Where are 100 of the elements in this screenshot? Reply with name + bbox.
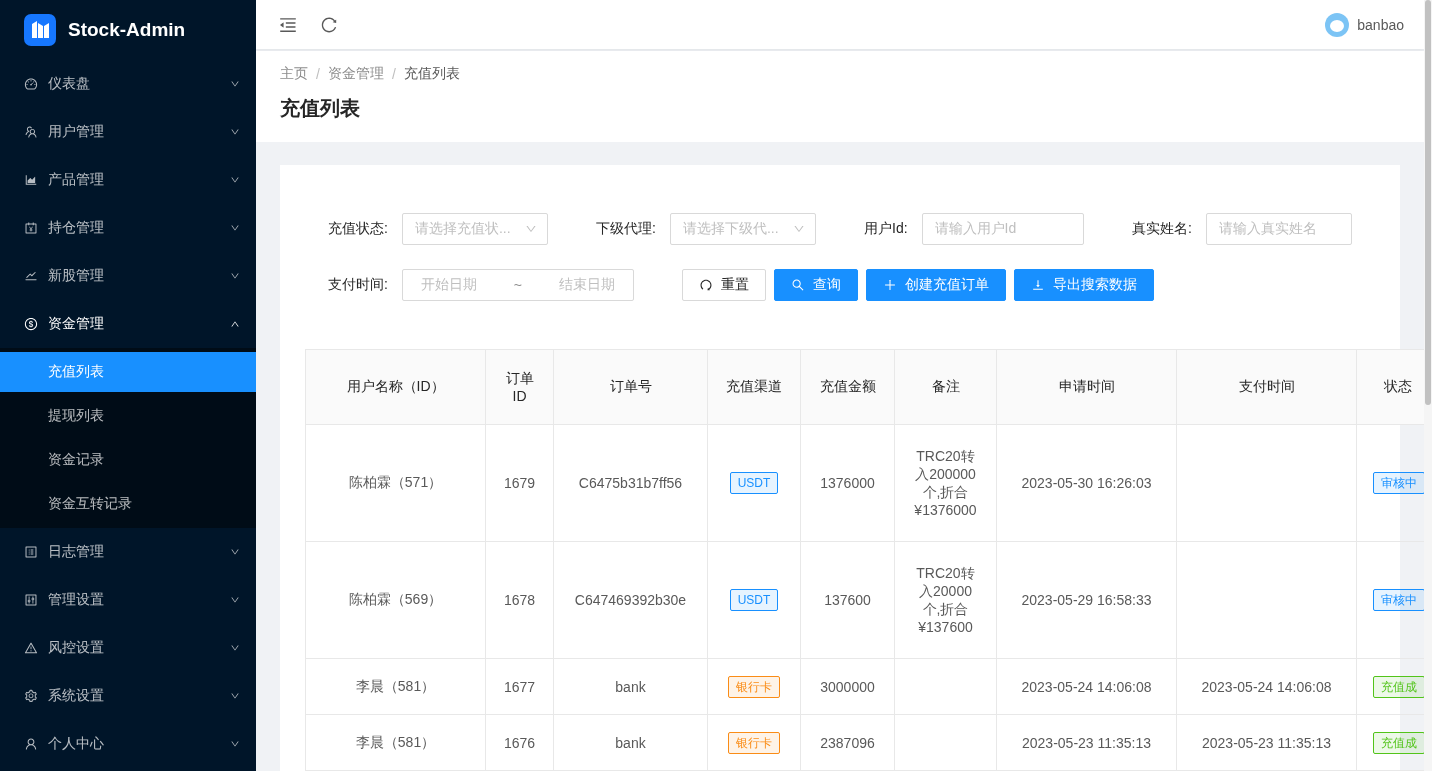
user-icon <box>24 737 38 751</box>
tag: 充值成 <box>1373 731 1424 754</box>
table-cell: 2023-05-29 16:58:33 <box>996 541 1177 659</box>
chevron-down-icon <box>230 175 240 185</box>
sidebar-item[interactable]: 新股管理 <box>0 252 256 300</box>
candlestick-icon <box>24 269 38 283</box>
table-cell: C647469392b30e <box>553 541 708 659</box>
table-cell: 2387096 <box>800 714 895 771</box>
sidebar-subitem[interactable]: 提现列表 <box>0 396 256 436</box>
user-name[interactable]: banbao <box>1357 16 1404 33</box>
tag: USDT <box>729 472 779 494</box>
table-cell: bank <box>553 714 708 771</box>
download-icon <box>1030 278 1045 292</box>
table-cell: 1678 <box>485 541 554 659</box>
table-cell: 1676 <box>485 714 554 771</box>
column-header: 支付时间 <box>1176 349 1357 425</box>
pay-time-text: 2023-05-24 14:06:08 <box>1201 678 1332 695</box>
column-header: 用户名称（ID） <box>305 349 486 425</box>
column-header: 订单号 <box>553 349 708 425</box>
sidebar-item[interactable]: 日志管理 <box>0 528 256 576</box>
table-cell: 李晨（581） <box>305 714 486 771</box>
tag: 充值成 <box>1373 675 1424 698</box>
area-chart-icon <box>24 173 38 187</box>
column-header: 申请时间 <box>996 349 1177 425</box>
chevron-down-icon <box>230 127 240 137</box>
chevron-up-icon <box>230 319 240 329</box>
document-icon <box>24 545 38 559</box>
date-range-field[interactable]: 开始日期 ~ 结束日期 <box>401 269 634 301</box>
filter-label: 支付时间: <box>328 276 389 294</box>
breadcrumb-link[interactable]: 主页 <box>280 65 308 83</box>
note-text: TRC20转入200000个,折合¥1376000 <box>913 448 978 518</box>
tag: 审核中 <box>1373 589 1424 611</box>
sidebar-item[interactable]: 个人中心 <box>0 720 256 768</box>
plus-icon <box>882 278 897 292</box>
tag: 银行卡 <box>728 675 780 698</box>
table-cell: 3000000 <box>800 658 895 715</box>
sidebar-subitem[interactable]: 资金互转记录 <box>0 484 256 524</box>
reload-icon[interactable] <box>320 15 338 34</box>
chevron-down-icon <box>230 79 240 89</box>
filter-label: 真实姓名: <box>1132 220 1193 238</box>
table-cell: bank <box>553 658 708 715</box>
sidebar-item[interactable]: 仪表盘 <box>0 60 256 108</box>
table-cell: 陈柏霖（571） <box>305 424 486 542</box>
chevron-down-icon <box>230 643 240 653</box>
chevron-down-icon <box>230 595 240 605</box>
table-cell: 137600 <box>800 541 895 659</box>
breadcrumb-separator: / <box>316 66 320 82</box>
filter-label: 下级代理: <box>596 220 657 238</box>
table-cell: 陈柏霖（569） <box>305 541 486 659</box>
filter-label: 用户Id: <box>864 220 909 238</box>
warning-icon <box>24 641 38 655</box>
app-logo-text: Stock-Admin <box>68 19 186 41</box>
column-header: 充值金额 <box>800 349 895 425</box>
tag: USDT <box>729 589 779 611</box>
chevron-down-icon <box>230 739 240 749</box>
refresh-icon <box>698 278 713 292</box>
sidebar-item[interactable]: 管理设置 <box>0 576 256 624</box>
table-cell: 2023-05-23 11:35:13 <box>996 714 1177 771</box>
table-cell: 1677 <box>485 658 554 715</box>
chevron-down-icon <box>230 691 240 701</box>
column-header: 备注 <box>894 349 997 425</box>
column-header: 充值渠道 <box>707 349 801 425</box>
ledger-icon <box>24 221 38 235</box>
note-text: TRC20转入20000个,折合¥137600 <box>915 565 976 635</box>
sidebar-item[interactable]: 持仓管理 <box>0 204 256 252</box>
breadcrumb-separator: / <box>391 66 396 82</box>
tag: 银行卡 <box>728 731 780 754</box>
sidebar-item[interactable]: 用户管理 <box>0 108 256 156</box>
dollar-icon <box>24 317 38 331</box>
action-button[interactable]: 重置 <box>681 269 766 301</box>
sidebar-item[interactable]: 风控设置 <box>0 624 256 672</box>
sidebar-item[interactable]: 资金管理 <box>0 300 256 348</box>
chevron-down-icon <box>793 223 805 235</box>
filter-label: 充值状态: <box>328 220 389 238</box>
sidebar-subitem[interactable]: 资金记录 <box>0 440 256 480</box>
scrollbar-thumb[interactable] <box>1425 0 1431 405</box>
sliders-icon <box>24 593 38 607</box>
users-icon <box>24 125 38 139</box>
gauge-icon <box>24 77 38 91</box>
sidebar-item[interactable]: 系统设置 <box>0 672 256 720</box>
pay-time-text: 2023-05-23 11:35:13 <box>1202 734 1331 751</box>
breadcrumb-link[interactable]: 资金管理 <box>327 65 384 83</box>
logo-icon <box>24 14 56 46</box>
chevron-down-icon <box>230 271 240 281</box>
table-cell: 2023-05-24 14:06:08 <box>996 658 1177 715</box>
table-cell: 李晨（581） <box>305 658 486 715</box>
chevron-down-icon <box>525 223 537 235</box>
settings-icon <box>24 689 38 703</box>
page-title: 充值列表 <box>280 96 361 121</box>
search-icon <box>790 278 805 292</box>
column-header: 状态 <box>1356 349 1424 425</box>
table-cell: 1679 <box>485 424 554 542</box>
sidebar-item[interactable]: 产品管理 <box>0 156 256 204</box>
tag: 审核中 <box>1373 472 1424 494</box>
table-cell: 1376000 <box>800 424 895 542</box>
chevron-down-icon <box>230 223 240 233</box>
table-cell: 2023-05-30 16:26:03 <box>996 424 1177 542</box>
column-header: 订单ID <box>485 349 554 425</box>
chevron-down-icon <box>230 547 240 557</box>
table-cell: C6475b31b7ff56 <box>553 424 708 542</box>
